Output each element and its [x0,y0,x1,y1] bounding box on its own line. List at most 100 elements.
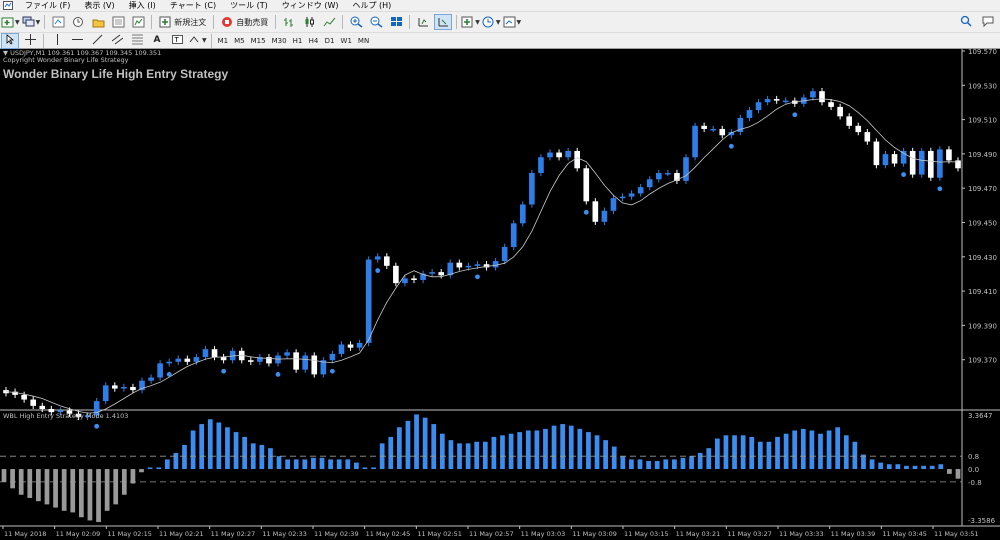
candle-body [510,223,517,247]
timeframe-d1[interactable]: D1 [323,33,337,49]
toolbar-right [960,15,994,30]
periods-button[interactable]: ▼ [482,14,501,30]
text-button[interactable]: A [148,33,166,49]
candle-body [746,110,753,118]
text-label-button[interactable]: T [168,33,186,49]
candle-body [302,355,309,370]
candle-body [383,256,390,266]
menu-file[interactable]: ファイル (F) [18,0,77,11]
auto-trading-button[interactable]: 自動売買 [218,14,271,30]
templates-button[interactable]: ▼ [503,14,522,30]
terminal-button[interactable] [109,14,127,30]
signal-dot [221,368,227,374]
new-chart-button[interactable]: ▼ [1,14,20,30]
candle-body [692,125,698,158]
zoom-in-icon [350,16,363,29]
crosshair-button[interactable] [21,33,39,49]
zoom-in-button[interactable] [347,14,365,30]
indicator-scale-label: 3.3647 [968,412,993,420]
menu-window[interactable]: ウィンドウ (W) [275,0,346,11]
histogram-bar [302,459,308,470]
search-icon[interactable] [960,15,972,30]
cursor-button[interactable] [1,32,19,49]
horizontal-line-button[interactable] [68,33,86,49]
candle-body [882,154,889,166]
text-icon: A [153,35,161,45]
navigator-button[interactable] [89,14,107,30]
trendline-button[interactable] [88,33,106,49]
indicators-button[interactable]: ▼ [461,14,480,30]
histogram-bar [216,422,222,470]
candle-body [592,201,599,222]
candle-body [719,128,726,136]
menu-view[interactable]: 表示 (V) [77,0,121,11]
histogram-bar [947,469,952,474]
timeframe-m1[interactable]: M1 [216,33,231,49]
cursor-icon [4,34,17,47]
menu-chart[interactable]: チャート (C) [163,0,223,11]
candle-body [683,157,689,181]
candle-body [828,102,834,107]
app-icon[interactable] [2,0,14,11]
timeframe-w1[interactable]: W1 [339,33,354,49]
chevron-down-icon: ▼ [495,18,501,26]
signal-dot [330,368,335,374]
candle-body [111,385,118,389]
timeframe-m15[interactable]: M15 [249,33,268,49]
histogram-bar [10,469,15,489]
signal-dot [901,172,906,177]
histogram-bar [130,469,136,484]
arrows-button[interactable]: ▼ [188,33,207,49]
vertical-line-button[interactable] [48,33,66,49]
new-order-label: 新規注文 [174,17,207,27]
strategy-tester-button[interactable] [129,14,147,30]
timeframe-m30[interactable]: M30 [270,33,289,49]
candle-body [701,125,707,129]
histogram-bar [620,456,626,470]
candle-body [474,264,481,266]
line-chart-button[interactable] [320,14,338,30]
chevron-down-icon: ▼ [516,18,522,26]
histogram-bar [757,441,763,470]
menu-insert[interactable]: 挿入 (I) [122,0,163,11]
market-watch-button[interactable] [49,14,67,30]
histogram-bar [233,432,239,470]
menu-help[interactable]: ヘルプ (H) [345,0,398,11]
signal-dot [937,186,943,192]
chart-canvas[interactable]: 109.570 109.530 109.510 109.490 109.470 109.4… [0,49,1000,540]
tile-windows-button[interactable] [387,14,405,30]
fibonacci-button[interactable] [128,33,146,49]
chart-shift-button[interactable] [414,14,432,30]
chart-window[interactable]: 109.570 109.530 109.510 109.490 109.470 109.4… [0,49,1000,540]
histogram-bar [190,430,196,470]
histogram-bar [826,430,832,470]
chat-icon[interactable] [982,15,994,30]
zoom-out-button[interactable] [367,14,385,30]
new-order-button[interactable]: 新規注文 [156,14,209,30]
timeframe-h1[interactable]: H1 [291,33,305,49]
autoscroll-button[interactable] [434,14,453,30]
histogram-bar [654,461,660,470]
profiles-button[interactable]: ▼ [22,14,40,30]
histogram-bar [869,459,875,470]
time-label: 11 May 02:27 [211,530,256,538]
equidistant-channel-button[interactable] [108,33,126,49]
timeframe-mn[interactable]: MN [356,33,371,49]
menu-tools[interactable]: ツール (T) [223,0,275,11]
toolbar-separator [151,15,153,29]
indicators-icon [461,16,474,29]
histogram-bar [285,459,290,470]
bar-chart-button[interactable] [280,14,298,30]
candle-body [456,262,463,268]
candle-body [755,102,762,111]
candle-body [610,198,617,211]
timeframe-m5[interactable]: M5 [232,33,247,49]
menu-bar: ファイル (F) 表示 (V) 挿入 (I) チャート (C) ツール (T) … [0,0,1000,11]
timeframe-h4[interactable]: H4 [307,33,321,49]
histogram-bar [568,425,574,470]
strategy-title: Wonder Binary Life High Entry Strategy [3,67,229,81]
candlestick-button[interactable] [300,14,318,30]
data-window-button[interactable] [69,14,87,30]
candle-body [356,342,363,348]
histogram-bar [714,438,720,470]
